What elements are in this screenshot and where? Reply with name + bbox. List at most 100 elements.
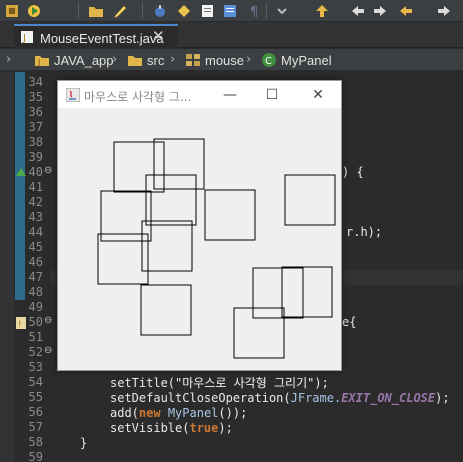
breadcrumb-item-mypanel[interactable]: MyPanel [281,53,332,68]
line-number: 57 [28,420,43,434]
breadcrumb-item-mouse[interactable]: mouse [205,53,244,68]
override-marker-icon [16,168,26,176]
toolbar-separator [142,3,143,19]
method-call: setDefaultCloseOperation( [110,391,291,405]
toolbar: ¶ [0,0,463,22]
maximize-button[interactable]: ☐ [257,84,287,106]
code-line-44-tail: r.h); [346,225,383,239]
minimize-button[interactable]: — [215,84,245,106]
drawn-rectangle [140,284,192,336]
toolbar-separator [78,3,79,19]
edit-icon[interactable] [200,3,216,19]
line-number: 45 [28,240,43,254]
code-line-50-tail: e{ [342,315,357,329]
line-number: 52 [28,345,43,359]
breadcrumb-separator: › [246,52,252,67]
open-icon[interactable] [88,3,104,19]
breadcrumb-separator: › [112,52,118,67]
close-button[interactable]: ✕ [303,84,333,106]
class-reference: JFrame. [290,391,342,405]
method-call: add( [110,406,139,420]
pen-icon[interactable] [112,3,128,19]
line-number: 39 [28,150,43,164]
line-number: 47 [28,270,43,284]
keyword: true [189,421,219,435]
close-icon[interactable]: ✕ [152,27,165,45]
app-window[interactable]: 마우스로 사각형 그... — ☐ ✕ [57,80,342,371]
drawn-rectangle [281,266,333,318]
run-icon[interactable] [26,3,42,19]
java-file-icon: J [21,31,33,44]
line-number: 35 [28,90,43,104]
annotation-ruler [0,72,14,462]
breadcrumb-separator: › [6,52,12,67]
fold-collapse-icon[interactable]: ⊖ [44,345,52,356]
method-call: setTitle( [110,376,176,390]
window-title: 마우스로 사각형 그... [84,90,192,104]
drawn-rectangle [284,174,336,226]
line-number: 49 [28,300,43,314]
code-line-55: setDefaultCloseOperation(JFrame.EXIT_ON_… [110,391,450,406]
warning-marker-icon: ! [16,317,26,330]
line-number: 38 [28,135,43,149]
drawn-rectangle [252,267,304,319]
fold-collapse-icon[interactable]: ⊖ [44,165,52,176]
string-literal: "마우스로 사각형 그리기" [175,376,315,390]
package-icon [186,54,200,66]
breadcrumb-item-src[interactable]: src [147,53,164,68]
punctuation: ); [314,376,329,390]
svg-text:!: ! [18,320,22,330]
drawn-rectangle [233,307,285,359]
java-app-icon [66,88,80,102]
keyword: new [138,406,161,420]
toolbar-separator [266,3,267,19]
last-edit-icon[interactable] [314,3,330,19]
next-annotation-icon[interactable] [176,3,192,19]
breadcrumb-separator: › [170,52,176,67]
src-folder-icon [128,56,142,66]
breadcrumb-item-java-app[interactable]: JAVA_app [54,53,114,68]
code-line-54: setTitle("마우스로 사각형 그리기"); [110,376,329,391]
class-icon: C [262,53,276,67]
line-number: 53 [28,360,43,374]
nav-down-icon[interactable] [274,3,290,19]
next-icon[interactable] [436,3,452,19]
drawn-rectangle [141,220,193,272]
svg-text:J: J [22,33,26,44]
editor-tab-label: MouseEventTest.java [40,31,164,46]
back-icon[interactable] [350,3,366,19]
svg-text:J: J [37,58,40,67]
drawn-rectangle [113,141,165,193]
line-number: 37 [28,120,43,134]
line-number: 44 [28,225,43,239]
build-icon[interactable] [4,3,20,19]
line-number: 41 [28,180,43,194]
punctuation: ); [218,421,233,435]
prev-icon[interactable] [398,3,414,19]
debug-icon[interactable] [152,3,168,19]
svg-text:¶: ¶ [250,5,258,19]
fold-collapse-icon[interactable]: ⊖ [44,315,52,326]
line-number: 46 [28,255,43,269]
line-number: 59 [28,450,43,462]
constant: EXIT_ON_CLOSE [341,391,436,405]
window-title-bar[interactable]: 마우스로 사각형 그... — ☐ ✕ [58,81,341,108]
line-number: 36 [28,105,43,119]
drawn-rectangle [204,189,256,241]
code-line-56: add(new MyPanel()); [110,406,247,421]
forward-icon[interactable] [372,3,388,19]
drawing-panel[interactable] [58,108,341,370]
punctuation: ); [435,391,450,405]
line-number: 40 [28,165,43,179]
code-line-57: setVisible(true); [110,421,233,436]
line-number: 58 [28,435,43,449]
punctuation: ()); [218,406,248,420]
code-line-58: } [80,436,88,450]
pilcrow-icon[interactable]: ¶ [246,3,262,19]
line-number: 34 [28,75,43,89]
toggle-icon[interactable] [222,3,238,19]
class-reference: MyPanel [167,406,219,420]
line-number: 50 [28,315,43,329]
line-number: 54 [28,375,43,389]
line-number: 43 [28,210,43,224]
